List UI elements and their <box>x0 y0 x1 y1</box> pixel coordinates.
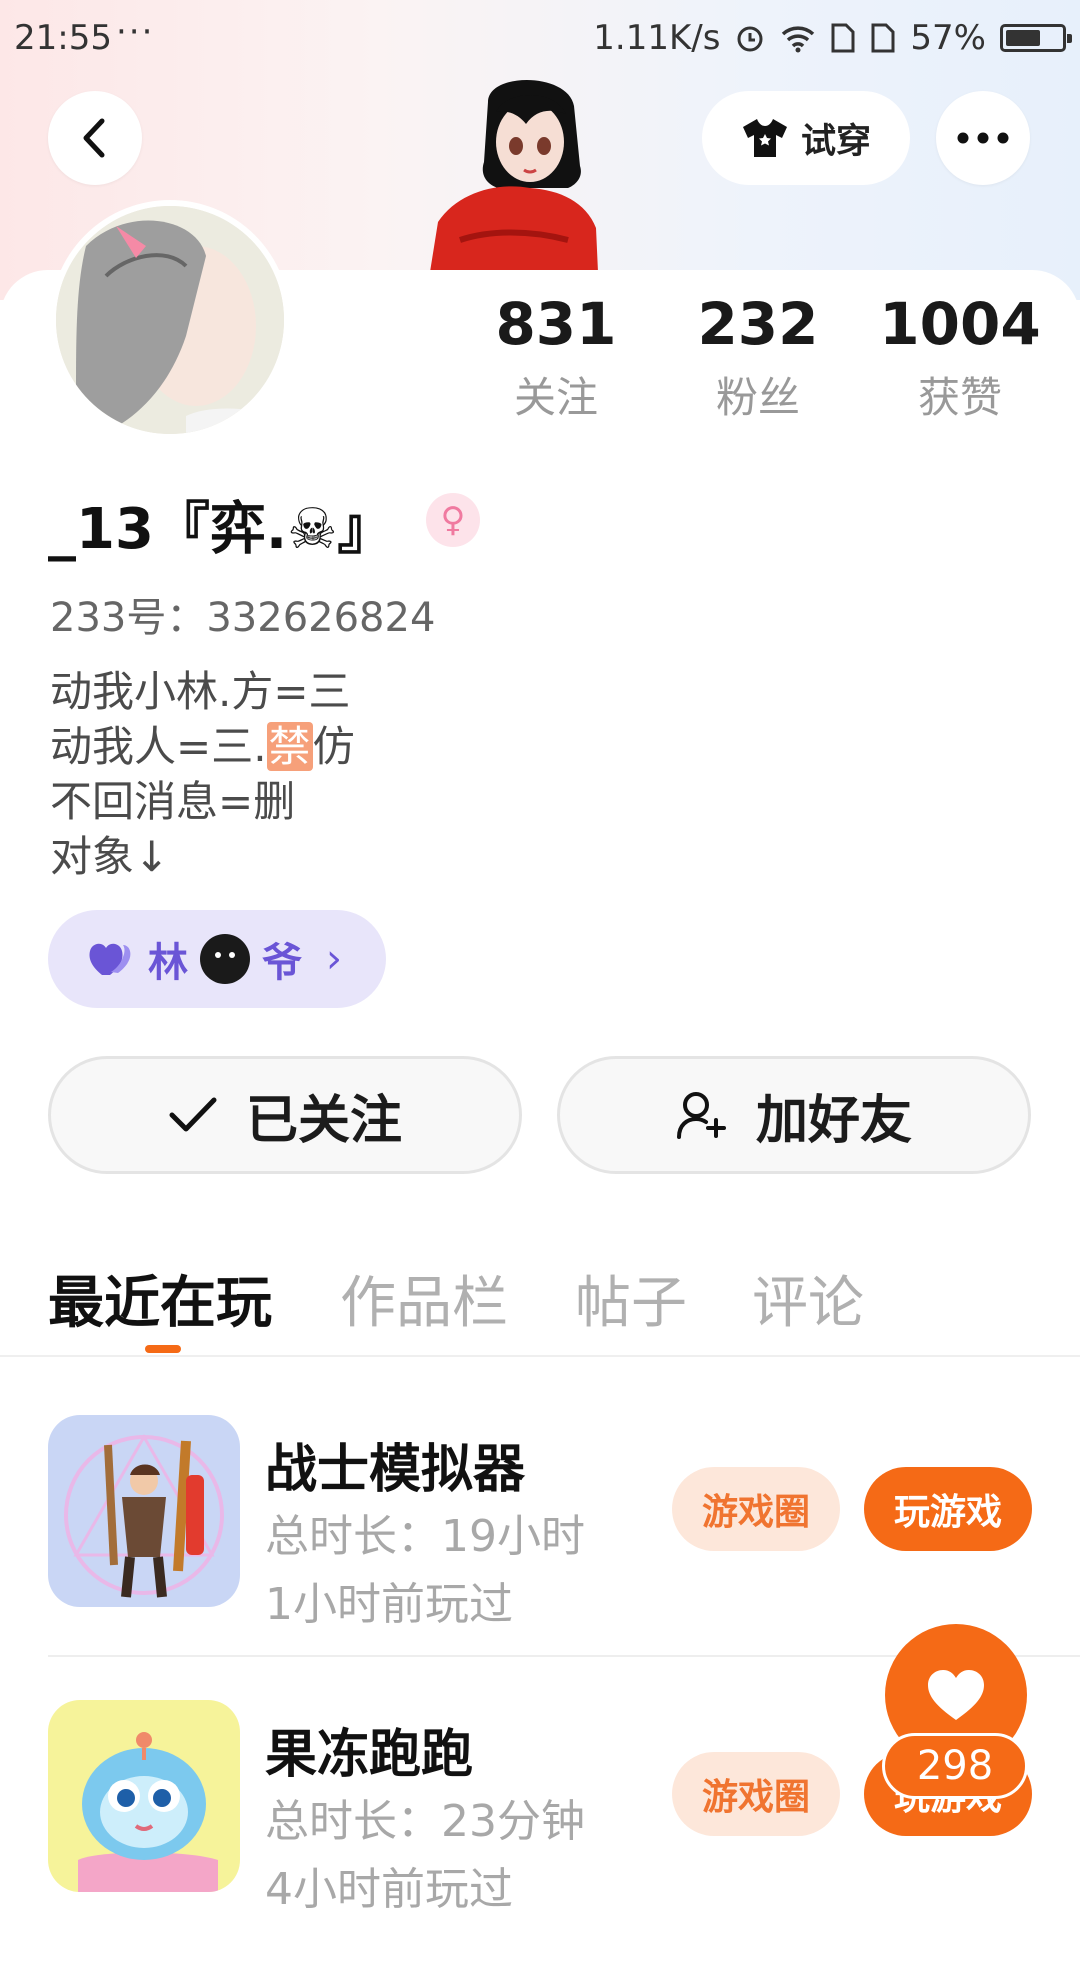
game-meta: 总时长：23分钟 4小时前玩过 <box>265 1788 585 1924</box>
add-friend-button[interactable]: 加好友 <box>557 1056 1031 1174</box>
bio: 动我小林.方=三 动我人=三.禁仿 不回消息=删 对象↓ <box>50 664 355 884</box>
add-user-icon <box>676 1092 726 1139</box>
partner-name-a: 林 <box>148 940 188 986</box>
bio-line-4: 对象↓ <box>50 832 170 881</box>
game-name: 战士模拟器 <box>265 1440 526 1500</box>
stat-following[interactable]: 831 关注 <box>456 290 656 425</box>
add-friend-label: 加好友 <box>755 1090 912 1151</box>
profile-tabs: 最近在玩 作品栏 帖子 评论 <box>0 1250 1080 1357</box>
last-played: 4小时前玩过 <box>265 1864 513 1915</box>
like-count: 298 <box>882 1733 1028 1799</box>
tab-comments[interactable]: 评论 <box>752 1258 864 1339</box>
battery-percent: 57% <box>910 18 986 58</box>
status-bar: 21:55 ··· 1.11K/s 57% <box>0 0 1080 80</box>
female-gender-icon: ♀ <box>426 493 480 547</box>
last-played: 1小时前玩过 <box>265 1579 513 1630</box>
partner-name-b: 爷 <box>262 940 302 986</box>
game-circle-button[interactable]: 游戏圈 <box>672 1467 840 1551</box>
game-name: 果冻跑跑 <box>265 1725 474 1785</box>
back-button[interactable] <box>48 91 142 185</box>
check-icon <box>169 1097 217 1132</box>
active-tab-indicator <box>145 1345 181 1353</box>
sim2-icon <box>871 23 895 53</box>
alarm-icon <box>737 26 763 52</box>
account-id[interactable]: 233号：332626824 <box>50 585 435 643</box>
tshirt-icon <box>742 119 787 157</box>
fans-count: 232 <box>697 290 819 358</box>
likes-count: 1004 <box>879 290 1041 358</box>
try-on-button[interactable]: 试穿 <box>702 91 910 185</box>
heart-icon <box>928 1670 984 1720</box>
status-time: 21:55 <box>14 18 112 58</box>
more-options-button[interactable] <box>936 91 1030 185</box>
chevron-left-icon <box>83 118 105 158</box>
tab-recently-played[interactable]: 最近在玩 <box>48 1258 272 1339</box>
couple-hearts-icon <box>89 943 131 975</box>
stat-likes[interactable]: 1004 获赞 <box>860 290 1060 425</box>
partner-face-emoji <box>200 934 250 984</box>
bio-line-2a: 动我人=三. <box>50 722 267 771</box>
followed-button[interactable]: 已关注 <box>48 1056 522 1174</box>
bio-line-3: 不回消息=删 <box>50 777 296 826</box>
game-icon-jelly-run <box>48 1700 240 1892</box>
total-play-time: 总时长：23分钟 <box>265 1796 585 1847</box>
following-count: 831 <box>495 290 617 358</box>
tab-posts[interactable]: 帖子 <box>575 1258 687 1339</box>
play-game-button[interactable]: 玩游戏 <box>864 1467 1032 1551</box>
status-indicators: 1.11K/s 57% <box>593 18 1072 58</box>
partner-chip[interactable]: 林 爷 › <box>48 910 386 1008</box>
chevron-right-icon: › <box>326 936 342 982</box>
game-icon-warrior-simulator <box>48 1415 240 1607</box>
try-on-label: 试穿 <box>800 121 871 162</box>
fans-label: 粉丝 <box>715 373 800 422</box>
more-dots-icon <box>957 132 1009 144</box>
status-more-icon: ··· <box>116 12 155 52</box>
stat-fans[interactable]: 232 粉丝 <box>658 290 858 425</box>
following-label: 关注 <box>513 373 598 422</box>
followed-label: 已关注 <box>245 1090 402 1151</box>
game-meta: 总时长：19小时 1小时前玩过 <box>265 1503 585 1639</box>
avatar[interactable] <box>50 200 290 440</box>
likes-label: 获赞 <box>917 373 1002 422</box>
total-play-time: 总时长：19小时 <box>265 1511 585 1562</box>
username: _13『弈.☠』 <box>48 497 394 562</box>
sim1-icon <box>831 23 855 53</box>
ban-emoji: 禁 <box>266 722 313 771</box>
network-speed: 1.11K/s <box>593 18 721 58</box>
avatar-character-illustration <box>420 72 630 272</box>
bio-line-2b: 仿 <box>312 722 355 771</box>
wifi-icon <box>782 26 815 53</box>
bio-line-1: 动我小林.方=三 <box>50 667 351 716</box>
game-circle-button[interactable]: 游戏圈 <box>672 1752 840 1836</box>
tab-works[interactable]: 作品栏 <box>340 1258 508 1339</box>
battery-icon <box>1000 24 1072 52</box>
